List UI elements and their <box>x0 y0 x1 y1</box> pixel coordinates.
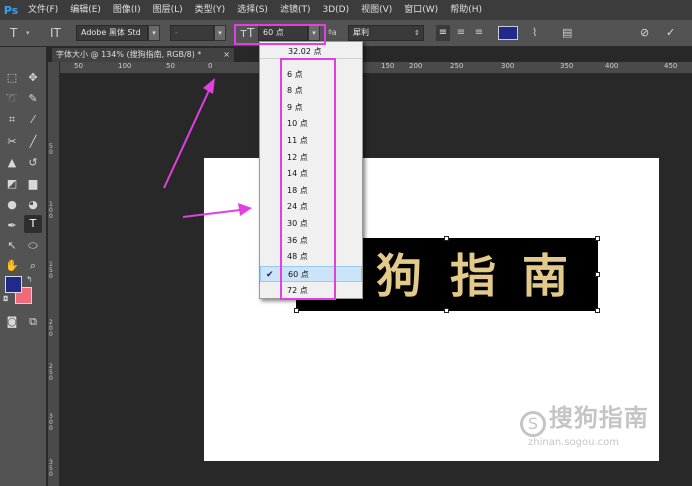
crop-tool-icon[interactable]: ⌗ <box>3 111 21 129</box>
menu-file[interactable]: 文件(F) <box>22 0 64 20</box>
transform-handle[interactable] <box>444 308 449 313</box>
brush-tool-icon[interactable]: ╱ <box>24 133 42 151</box>
ruler-label: 2 0 0 <box>49 319 53 338</box>
character-panel-icon[interactable]: ▤ <box>562 25 576 41</box>
toggle-orientation-icon[interactable]: IT <box>50 25 64 41</box>
dropdown-current-value[interactable]: 32.02 点 <box>260 44 362 59</box>
ruler-label: 50 <box>166 62 175 70</box>
transform-handle[interactable] <box>444 236 449 241</box>
quick-select-tool-icon[interactable]: ✎ <box>24 90 42 108</box>
document-title: 字体大小 @ 134% (搜狗指南, RGB/8) * <box>56 50 202 59</box>
marquee-tool-icon[interactable]: ⬚ <box>3 69 21 87</box>
menu-window[interactable]: 窗口(W) <box>398 0 444 20</box>
swap-colors-icon[interactable]: ↰ <box>26 275 33 284</box>
dodge-tool-icon[interactable]: ◕ <box>24 196 42 214</box>
gradient-tool-icon[interactable]: ▆ <box>24 175 42 193</box>
left-ruler: 5 0 1 0 0 1 5 0 2 0 0 2 5 0 3 0 0 3 5 0 <box>48 62 60 486</box>
font-style-select[interactable]: - <box>170 25 214 41</box>
align-left-icon[interactable]: ≡ <box>436 25 450 41</box>
commit-icon[interactable]: ✓ <box>666 25 680 41</box>
ruler-label: 300 <box>501 62 515 70</box>
sogou-logo-icon: S <box>520 410 546 437</box>
font-family-select[interactable]: Adobe 黑体 Std <box>76 25 148 41</box>
watermark: S 搜狗指南 zhinan.sogou.com <box>520 398 649 448</box>
eraser-tool-icon[interactable]: ◩ <box>3 175 21 193</box>
watermark-brand: S 搜狗指南 <box>520 398 649 437</box>
menu-layer[interactable]: 图层(L) <box>147 0 189 20</box>
menu-3d[interactable]: 3D(D) <box>316 0 355 20</box>
ruler-label: 2 5 0 <box>49 363 53 382</box>
ruler-label: 50 <box>74 62 83 70</box>
align-right-icon[interactable]: ≡ <box>472 25 486 41</box>
history-brush-tool-icon[interactable]: ↺ <box>24 154 42 172</box>
screen-mode-icon[interactable]: ⧉ <box>24 313 42 331</box>
transform-handle[interactable] <box>595 236 600 241</box>
ruler-label: 150 <box>381 62 395 70</box>
warp-text-icon[interactable]: ⌇ <box>532 25 546 41</box>
checkmark-icon: ✔ <box>266 270 274 280</box>
anti-alias-select[interactable]: 犀利 <box>348 25 424 41</box>
photoshop-logo: Ps <box>3 3 19 17</box>
menu-select[interactable]: 选择(S) <box>231 0 274 20</box>
tools-panel: ⬚ ✥ ➰ ✎ ⌗ ⁄ ✂ ╱ ▲ ↺ ◩ ▆ ● ◕ ✒ T ↖ ⬭ ✋ ⌕ … <box>0 47 47 486</box>
lasso-tool-icon[interactable]: ➰ <box>3 90 21 108</box>
annotation-highlight-box <box>234 24 326 45</box>
menu-help[interactable]: 帮助(H) <box>444 0 488 20</box>
transform-handle[interactable] <box>595 272 600 277</box>
watermark-url: zhinan.sogou.com <box>528 436 620 448</box>
default-colors-icon[interactable]: ◘ <box>3 295 9 303</box>
document-tab[interactable]: 字体大小 @ 134% (搜狗指南, RGB/8) * × <box>52 48 234 62</box>
transform-handle[interactable] <box>294 308 299 313</box>
ruler-label: 3 0 0 <box>49 413 53 432</box>
text-char: 南 <box>522 249 568 303</box>
anti-alias-chevron-icon[interactable]: ⇕ <box>414 25 422 41</box>
type-tool-preset-icon[interactable]: T <box>10 25 24 41</box>
arrowhead-icon <box>203 78 215 94</box>
ruler-label: 250 <box>450 62 464 70</box>
pen-tool-icon[interactable]: ✒ <box>3 217 21 235</box>
path-select-tool-icon[interactable]: ↖ <box>3 237 21 255</box>
ruler-label: 400 <box>605 62 619 70</box>
ruler-label: 5 0 <box>49 143 53 156</box>
ruler-label: 3 5 0 <box>49 459 53 478</box>
hand-tool-icon[interactable]: ✋ <box>3 257 21 275</box>
quick-mask-icon[interactable]: ◙ <box>3 313 21 331</box>
menu-filter[interactable]: 滤镜(T) <box>274 0 317 20</box>
align-center-icon[interactable]: ≡ <box>454 25 468 41</box>
eyedropper-tool-icon[interactable]: ⁄ <box>24 111 42 129</box>
move-tool-icon[interactable]: ✥ <box>24 69 42 87</box>
foreground-color-swatch[interactable] <box>5 276 22 293</box>
ruler-label: 1 5 0 <box>49 261 53 280</box>
text-color-swatch[interactable] <box>498 26 518 40</box>
annotation-highlight-box <box>280 58 336 300</box>
font-style-chevron-icon[interactable]: ▾ <box>214 25 226 41</box>
zoom-tool-icon[interactable]: ⌕ <box>24 257 42 275</box>
menu-bar: Ps 文件(F) 编辑(E) 图像(I) 图层(L) 类型(Y) 选择(S) 滤… <box>0 0 692 20</box>
ruler-label: 350 <box>560 62 574 70</box>
menu-type[interactable]: 类型(Y) <box>189 0 232 20</box>
watermark-brand-text: 搜狗指南 <box>548 404 649 432</box>
ruler-label: 450 <box>664 62 678 70</box>
text-char: 指 <box>450 249 496 303</box>
font-family-chevron-icon[interactable]: ▾ <box>148 25 160 41</box>
menu-edit[interactable]: 编辑(E) <box>64 0 107 20</box>
menu-image[interactable]: 图像(I) <box>107 0 147 20</box>
stamp-tool-icon[interactable]: ▲ <box>3 154 21 172</box>
healing-tool-icon[interactable]: ✂ <box>3 133 21 151</box>
type-tool-icon[interactable]: T <box>24 215 42 233</box>
anti-alias-icon: ªa <box>328 28 337 37</box>
ruler-label: 200 <box>409 62 423 70</box>
preset-chevron-icon[interactable]: ▾ <box>26 25 34 41</box>
close-tab-icon[interactable]: × <box>223 48 230 62</box>
ruler-label: 100 <box>118 62 132 70</box>
blur-tool-icon[interactable]: ● <box>3 196 21 214</box>
ruler-label: 0 <box>208 62 213 70</box>
text-char: 狗 <box>376 249 422 303</box>
shape-tool-icon[interactable]: ⬭ <box>24 237 42 255</box>
cancel-icon[interactable]: ⊘ <box>640 25 654 41</box>
transform-handle[interactable] <box>595 308 600 313</box>
menu-view[interactable]: 视图(V) <box>355 0 398 20</box>
top-ruler: 50 100 50 0 50 100 150 200 250 300 350 4… <box>60 62 692 74</box>
ruler-label: 1 0 0 <box>49 201 53 220</box>
